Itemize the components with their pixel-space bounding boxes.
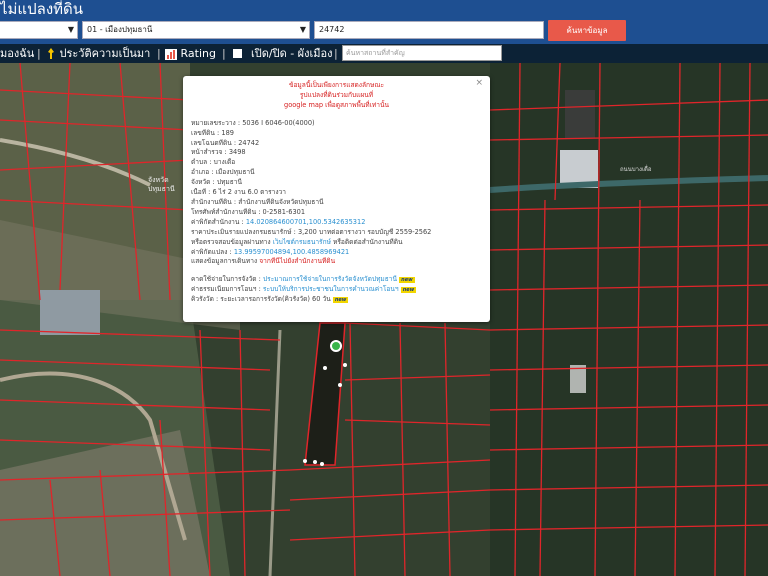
new-badge: new [399,277,415,284]
parcel-number-value: 24742 [319,25,345,34]
area-row: เนื้อที่ : 6 ไร่ 2 งาน 6.0 ตารางวา [191,188,287,197]
search-button[interactable]: ค้นหาข้อมูล [548,20,626,41]
chevron-down-icon: ▼ [67,25,74,34]
history-link[interactable]: ประวัติความเป็นมา [46,44,150,63]
pin-icon [48,48,54,59]
map-label-province-2: ปทุมธานี [148,185,175,193]
province-label: จังหวัด [191,178,211,187]
route-label: แสดงข้อมูลการเดินทาง [191,257,258,266]
appraisal-check-prefix: หรือตรวจสอบข้อมูลผ่านทาง [191,237,271,246]
transfer-fee-link[interactable]: ระบบให้บริการประชาชนในการคำนวณค่าโอนฯ [263,285,399,293]
land-no-value: 189 [221,128,234,137]
deed-no-row: เลขโฉนดที่ดิน : 24742 [191,138,260,147]
survey-queue-row: คิวรังวัด : ระยะเวลารอการรังวัด(คิวรังวั… [191,295,349,304]
office-coords-row: ค่าพิกัดสำนักงาน : 14.020864600701,100.5… [191,217,366,226]
appraisal-check-suffix: หรือติดต่อสำนักงานที่ดิน [333,237,403,246]
chevron-down-icon: ▼ [299,25,306,34]
office-value: สำนักงานที่ดินจังหวัดปทุมธานี [238,197,324,206]
phone-value: 0-2581-6301 [262,207,306,216]
tambon-row: ตำบล : บางเดื่อ [191,158,236,167]
toolbar-divider: | [157,47,161,60]
survey-page-row: หน้าสำรวจ : 3498 [191,148,246,157]
map-sheet-label: หมายเลขระวาง [191,118,236,127]
locate-me-link[interactable]: มองฉัน [0,44,34,63]
route-row: แสดงข้อมูลการเดินทาง จากที่นี่ไปยังสำนัก… [191,257,482,267]
phone-label: โทรศัพท์สำนักงานที่ดิน [191,207,257,216]
map-label-road: ถนนบางเดื่อ [620,166,652,173]
landmark-search-input[interactable]: ค้นหาสถานที่สำคัญ [342,45,502,61]
survey-cost-row: คาดใช้จ่ายในการจังวัด : ประมาณการใช้จ่าย… [191,275,415,284]
province-select[interactable]: ▼ [0,21,78,39]
survey-page-value: 3498 [228,148,246,157]
toolbar-divider: | [334,47,338,60]
warning-line-2: รูปแปลงที่ดินร่วมกับแผนที่ [299,90,374,99]
district-select[interactable]: 01 - เมืองปทุมธานี ▼ [82,21,310,39]
new-badge: new [400,287,417,294]
parcel-number-input[interactable]: 24742 [314,21,544,39]
land-no-label: เลขที่ดิน [191,128,215,137]
treasury-website-link[interactable]: เว็บไซต์กรมธนารักษ์ [273,238,331,246]
deed-no-label: เลขโฉนดที่ดิน [191,138,232,147]
office-coords-link[interactable]: 14.020864600701,100.5342635312 [246,218,366,226]
transfer-fee-row: ค่าธรรมเนียมการโอนฯ : ระบบให้บริการประชา… [191,285,417,294]
map-sheet-row: หมายเลขระวาง : 5036 I 6046-00(4000) [191,118,315,127]
warning-line-1: ข้อมูลนี้เป็นเพียงการแสดงลักษณะ [288,81,385,89]
deed-no-value: 24742 [238,138,260,147]
warning-line-3: google map เพื่อดูสภาพพื้นที่เท่านั้น [284,100,389,109]
tambon-label: ตำบล [191,158,208,167]
province-value: ปทุมธานี [216,178,242,187]
rating-link[interactable]: Rating [165,44,216,63]
office-coords-label: ค่าพิกัดสำนักงาน [191,217,240,226]
survey-queue-value: ระยะเวลารอการรังวัด(คิวรังวัด) 60 วัน [220,295,331,304]
route-link[interactable]: จากที่นี่ไปยังสำนักงานที่ดิน [259,257,335,265]
toolbar-divider: | [37,47,41,60]
phone-row: โทรศัพท์สำนักงานที่ดิน : 0-2581-6301 [191,207,306,216]
parcel-info-popup: × ข้อมูลนี้เป็นเพียงการแสดงลักษณะ รูปแปล… [183,76,490,322]
tambon-value: บางเดื่อ [213,158,236,167]
new-badge: new [332,297,349,304]
survey-cost-link[interactable]: ประมาณการใช้จ่ายในการรังวัดจังหวัดปทุมธา… [263,275,397,283]
page-title: ไม่แปลงที่ดิน [0,0,84,18]
office-row: สำนักงานที่ดิน : สำนักงานที่ดินจังหวัดปท… [191,197,324,206]
appraisal-check-row: หรือตรวจสอบข้อมูลผ่านทาง เว็บไซต์กรมธนาร… [191,238,482,248]
area-label: เนื้อที่ [191,188,207,197]
close-icon[interactable]: × [475,78,483,89]
app-header: ไม่แปลงที่ดิน ▼ 01 - เมืองปทุมธานี ▼ 247… [0,0,768,44]
parcel-coords-link[interactable]: 13.99597004894,100.4858969421 [234,248,349,256]
district-select-value: 01 - เมืองปทุมธานี [87,25,153,34]
transfer-fee-label: ค่าธรรมเนียมการโอนฯ [191,285,257,294]
city-plan-checkbox[interactable] [233,49,242,58]
city-plan-label: เปิด/ปิด - ผังเมือง [251,47,333,60]
survey-queue-label: คิวรังวัด [191,295,214,304]
amphoe-value: เมืองปทุมธานี [215,168,255,177]
amphoe-label: อำเภอ [191,168,210,177]
parcel-marker[interactable] [330,340,342,352]
appraisal-value: 3,200 บาทต่อตารางวา รอบบัญชี 2559-2562 [297,227,432,236]
appraisal-label: ราคาประเมินรายแปลงกรมธนารักษ์ [191,227,292,236]
chart-icon [165,48,177,60]
toolbar-divider: | [222,47,226,60]
area-value: 6 ไร่ 2 งาน 6.0 ตารางวา [212,188,287,197]
map-sheet-value: 5036 I 6046-00(4000) [242,118,315,127]
amphoe-row: อำเภอ : เมืองปทุมธานี [191,168,255,177]
province-row: จังหวัด : ปทุมธานี [191,178,242,187]
appraisal-row: ราคาประเมินรายแปลงกรมธนารักษ์ : 3,200 บา… [191,227,432,236]
parcel-coords-row: ค่าพิกัดแปลง : 13.99597004894,100.485896… [191,247,350,256]
parcel-coords-label: ค่าพิกัดแปลง [191,247,228,256]
office-label: สำนักงานที่ดิน [191,197,232,206]
history-link-label: ประวัติความเป็นมา [59,47,151,60]
survey-cost-label: คาดใช้จ่ายในการจังวัด [191,275,257,284]
land-no-row: เลขที่ดิน : 189 [191,128,234,137]
survey-page-label: หน้าสำรวจ [191,148,223,157]
rating-link-label: Rating [180,47,216,60]
